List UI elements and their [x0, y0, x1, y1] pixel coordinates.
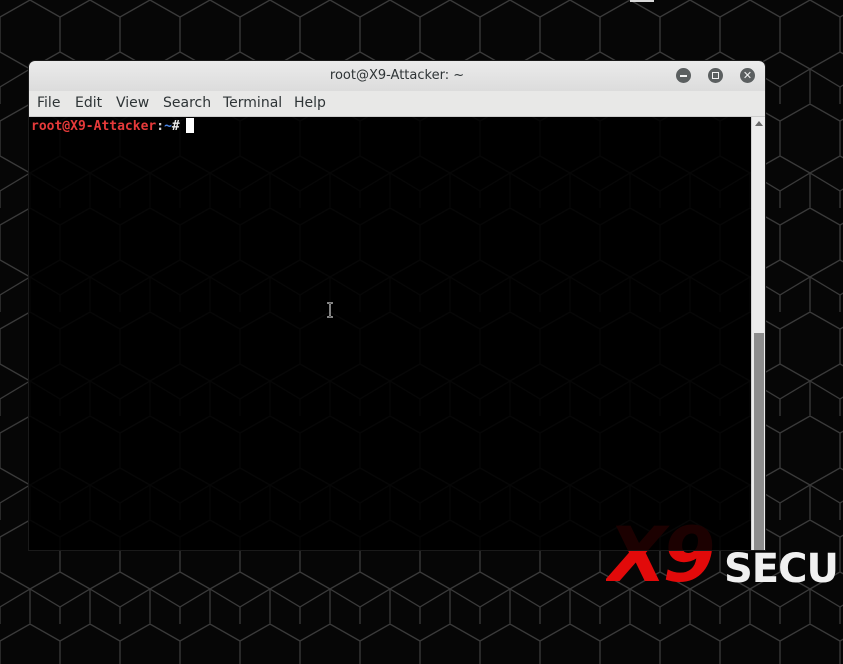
menu-terminal[interactable]: Terminal [223, 91, 282, 116]
vertical-scrollbar[interactable] [751, 117, 765, 550]
text-cursor [185, 118, 194, 133]
menu-file[interactable]: File [37, 91, 60, 116]
prompt-colon: : [156, 119, 165, 134]
logo-text: SECU [724, 546, 839, 592]
menu-search[interactable]: Search [163, 91, 211, 116]
minimize-icon [680, 75, 687, 77]
maximize-icon [712, 72, 719, 79]
arrow-up-icon [755, 121, 763, 126]
menu-help[interactable]: Help [294, 91, 326, 116]
scrollbar-thumb[interactable] [754, 333, 764, 550]
ibeam-cursor-icon [327, 302, 333, 318]
close-button[interactable]: ✕ [740, 68, 755, 83]
menu-bar: File Edit View Search Terminal Help [29, 91, 765, 117]
maximize-button[interactable] [708, 68, 723, 83]
terminal-window[interactable]: root@X9-Attacker: ~ ✕ File Edit View Sea… [29, 61, 765, 550]
close-icon: ✕ [742, 69, 753, 82]
desktop-background: X9 SECU root@X9-Attacker: ~ ✕ File Edit … [0, 0, 843, 664]
menu-edit[interactable]: Edit [75, 91, 102, 116]
menu-view[interactable]: View [116, 91, 149, 116]
terminal-output-area[interactable]: root@X9-Attacker:~# [29, 117, 751, 550]
top-panel-marker [630, 0, 654, 2]
prompt-path: ~ [164, 119, 172, 134]
prompt-line: root@X9-Attacker:~# [31, 118, 194, 136]
minimize-button[interactable] [676, 68, 691, 83]
scroll-up-button[interactable] [752, 117, 765, 129]
prompt-symbol: # [171, 119, 180, 134]
window-title: root@X9-Attacker: ~ [329, 68, 465, 83]
window-titlebar[interactable]: root@X9-Attacker: ~ ✕ [29, 61, 765, 92]
prompt-user-host: root@X9-Attacker [31, 119, 157, 134]
